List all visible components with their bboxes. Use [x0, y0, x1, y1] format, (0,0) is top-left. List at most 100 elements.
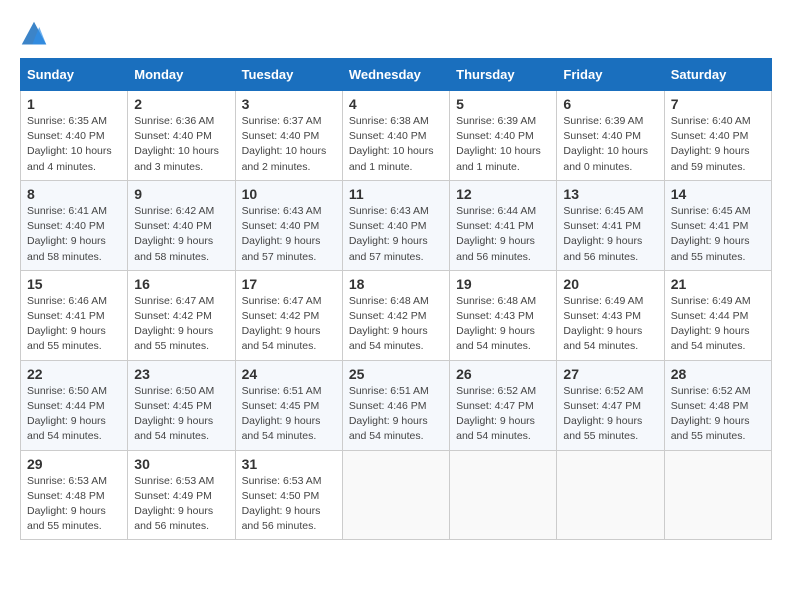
day-info: Sunrise: 6:36 AM Sunset: 4:40 PM Dayligh…: [134, 114, 228, 175]
day-info: Sunrise: 6:51 AM Sunset: 4:46 PM Dayligh…: [349, 384, 443, 445]
week-row-5: 29 Sunrise: 6:53 AM Sunset: 4:48 PM Dayl…: [21, 450, 772, 540]
table-row: 28 Sunrise: 6:52 AM Sunset: 4:48 PM Dayl…: [664, 360, 771, 450]
week-row-3: 15 Sunrise: 6:46 AM Sunset: 4:41 PM Dayl…: [21, 270, 772, 360]
table-row: 26 Sunrise: 6:52 AM Sunset: 4:47 PM Dayl…: [450, 360, 557, 450]
table-row: 9 Sunrise: 6:42 AM Sunset: 4:40 PM Dayli…: [128, 180, 235, 270]
day-number: 19: [456, 276, 550, 292]
table-row: 4 Sunrise: 6:38 AM Sunset: 4:40 PM Dayli…: [342, 91, 449, 181]
day-info: Sunrise: 6:45 AM Sunset: 4:41 PM Dayligh…: [671, 204, 765, 265]
page-container: Sunday Monday Tuesday Wednesday Thursday…: [20, 20, 772, 540]
table-row: 31 Sunrise: 6:53 AM Sunset: 4:50 PM Dayl…: [235, 450, 342, 540]
table-row: 19 Sunrise: 6:48 AM Sunset: 4:43 PM Dayl…: [450, 270, 557, 360]
table-row: 7 Sunrise: 6:40 AM Sunset: 4:40 PM Dayli…: [664, 91, 771, 181]
day-info: Sunrise: 6:39 AM Sunset: 4:40 PM Dayligh…: [563, 114, 657, 175]
day-number: 14: [671, 186, 765, 202]
day-number: 6: [563, 96, 657, 112]
day-info: Sunrise: 6:43 AM Sunset: 4:40 PM Dayligh…: [349, 204, 443, 265]
day-number: 13: [563, 186, 657, 202]
day-info: Sunrise: 6:47 AM Sunset: 4:42 PM Dayligh…: [242, 294, 336, 355]
day-info: Sunrise: 6:43 AM Sunset: 4:40 PM Dayligh…: [242, 204, 336, 265]
day-info: Sunrise: 6:35 AM Sunset: 4:40 PM Dayligh…: [27, 114, 121, 175]
day-number: 10: [242, 186, 336, 202]
table-row: 16 Sunrise: 6:47 AM Sunset: 4:42 PM Dayl…: [128, 270, 235, 360]
day-info: Sunrise: 6:49 AM Sunset: 4:44 PM Dayligh…: [671, 294, 765, 355]
day-info: Sunrise: 6:50 AM Sunset: 4:45 PM Dayligh…: [134, 384, 228, 445]
col-tuesday: Tuesday: [235, 59, 342, 91]
table-row: 5 Sunrise: 6:39 AM Sunset: 4:40 PM Dayli…: [450, 91, 557, 181]
table-row: 27 Sunrise: 6:52 AM Sunset: 4:47 PM Dayl…: [557, 360, 664, 450]
day-number: 12: [456, 186, 550, 202]
day-number: 15: [27, 276, 121, 292]
header: [20, 20, 772, 48]
day-number: 28: [671, 366, 765, 382]
logo: [20, 20, 52, 48]
logo-icon: [20, 20, 48, 48]
table-row: [450, 450, 557, 540]
table-row: 25 Sunrise: 6:51 AM Sunset: 4:46 PM Dayl…: [342, 360, 449, 450]
day-info: Sunrise: 6:42 AM Sunset: 4:40 PM Dayligh…: [134, 204, 228, 265]
table-row: 20 Sunrise: 6:49 AM Sunset: 4:43 PM Dayl…: [557, 270, 664, 360]
week-row-4: 22 Sunrise: 6:50 AM Sunset: 4:44 PM Dayl…: [21, 360, 772, 450]
week-row-1: 1 Sunrise: 6:35 AM Sunset: 4:40 PM Dayli…: [21, 91, 772, 181]
day-info: Sunrise: 6:48 AM Sunset: 4:42 PM Dayligh…: [349, 294, 443, 355]
day-number: 18: [349, 276, 443, 292]
day-number: 8: [27, 186, 121, 202]
day-info: Sunrise: 6:53 AM Sunset: 4:49 PM Dayligh…: [134, 474, 228, 535]
day-info: Sunrise: 6:45 AM Sunset: 4:41 PM Dayligh…: [563, 204, 657, 265]
table-row: [557, 450, 664, 540]
day-number: 30: [134, 456, 228, 472]
col-wednesday: Wednesday: [342, 59, 449, 91]
day-number: 9: [134, 186, 228, 202]
table-row: 21 Sunrise: 6:49 AM Sunset: 4:44 PM Dayl…: [664, 270, 771, 360]
day-info: Sunrise: 6:39 AM Sunset: 4:40 PM Dayligh…: [456, 114, 550, 175]
day-number: 1: [27, 96, 121, 112]
day-info: Sunrise: 6:53 AM Sunset: 4:48 PM Dayligh…: [27, 474, 121, 535]
table-row: 3 Sunrise: 6:37 AM Sunset: 4:40 PM Dayli…: [235, 91, 342, 181]
col-friday: Friday: [557, 59, 664, 91]
day-number: 23: [134, 366, 228, 382]
table-row: 30 Sunrise: 6:53 AM Sunset: 4:49 PM Dayl…: [128, 450, 235, 540]
table-row: 23 Sunrise: 6:50 AM Sunset: 4:45 PM Dayl…: [128, 360, 235, 450]
table-row: 17 Sunrise: 6:47 AM Sunset: 4:42 PM Dayl…: [235, 270, 342, 360]
day-info: Sunrise: 6:37 AM Sunset: 4:40 PM Dayligh…: [242, 114, 336, 175]
day-info: Sunrise: 6:40 AM Sunset: 4:40 PM Dayligh…: [671, 114, 765, 175]
col-saturday: Saturday: [664, 59, 771, 91]
table-row: 10 Sunrise: 6:43 AM Sunset: 4:40 PM Dayl…: [235, 180, 342, 270]
day-number: 21: [671, 276, 765, 292]
day-info: Sunrise: 6:47 AM Sunset: 4:42 PM Dayligh…: [134, 294, 228, 355]
col-monday: Monday: [128, 59, 235, 91]
day-number: 16: [134, 276, 228, 292]
col-thursday: Thursday: [450, 59, 557, 91]
day-number: 4: [349, 96, 443, 112]
day-number: 26: [456, 366, 550, 382]
table-row: 12 Sunrise: 6:44 AM Sunset: 4:41 PM Dayl…: [450, 180, 557, 270]
day-info: Sunrise: 6:51 AM Sunset: 4:45 PM Dayligh…: [242, 384, 336, 445]
col-sunday: Sunday: [21, 59, 128, 91]
day-number: 11: [349, 186, 443, 202]
day-number: 3: [242, 96, 336, 112]
day-number: 25: [349, 366, 443, 382]
table-row: [342, 450, 449, 540]
table-row: 11 Sunrise: 6:43 AM Sunset: 4:40 PM Dayl…: [342, 180, 449, 270]
day-info: Sunrise: 6:52 AM Sunset: 4:47 PM Dayligh…: [456, 384, 550, 445]
day-info: Sunrise: 6:50 AM Sunset: 4:44 PM Dayligh…: [27, 384, 121, 445]
day-number: 31: [242, 456, 336, 472]
table-row: 13 Sunrise: 6:45 AM Sunset: 4:41 PM Dayl…: [557, 180, 664, 270]
table-row: 29 Sunrise: 6:53 AM Sunset: 4:48 PM Dayl…: [21, 450, 128, 540]
table-row: 2 Sunrise: 6:36 AM Sunset: 4:40 PM Dayli…: [128, 91, 235, 181]
day-info: Sunrise: 6:48 AM Sunset: 4:43 PM Dayligh…: [456, 294, 550, 355]
day-number: 20: [563, 276, 657, 292]
day-number: 24: [242, 366, 336, 382]
day-number: 27: [563, 366, 657, 382]
table-row: 6 Sunrise: 6:39 AM Sunset: 4:40 PM Dayli…: [557, 91, 664, 181]
day-number: 17: [242, 276, 336, 292]
table-row: 14 Sunrise: 6:45 AM Sunset: 4:41 PM Dayl…: [664, 180, 771, 270]
day-info: Sunrise: 6:41 AM Sunset: 4:40 PM Dayligh…: [27, 204, 121, 265]
day-number: 7: [671, 96, 765, 112]
day-number: 22: [27, 366, 121, 382]
day-info: Sunrise: 6:53 AM Sunset: 4:50 PM Dayligh…: [242, 474, 336, 535]
table-row: 8 Sunrise: 6:41 AM Sunset: 4:40 PM Dayli…: [21, 180, 128, 270]
table-row: 15 Sunrise: 6:46 AM Sunset: 4:41 PM Dayl…: [21, 270, 128, 360]
calendar-header-row: Sunday Monday Tuesday Wednesday Thursday…: [21, 59, 772, 91]
day-info: Sunrise: 6:52 AM Sunset: 4:48 PM Dayligh…: [671, 384, 765, 445]
